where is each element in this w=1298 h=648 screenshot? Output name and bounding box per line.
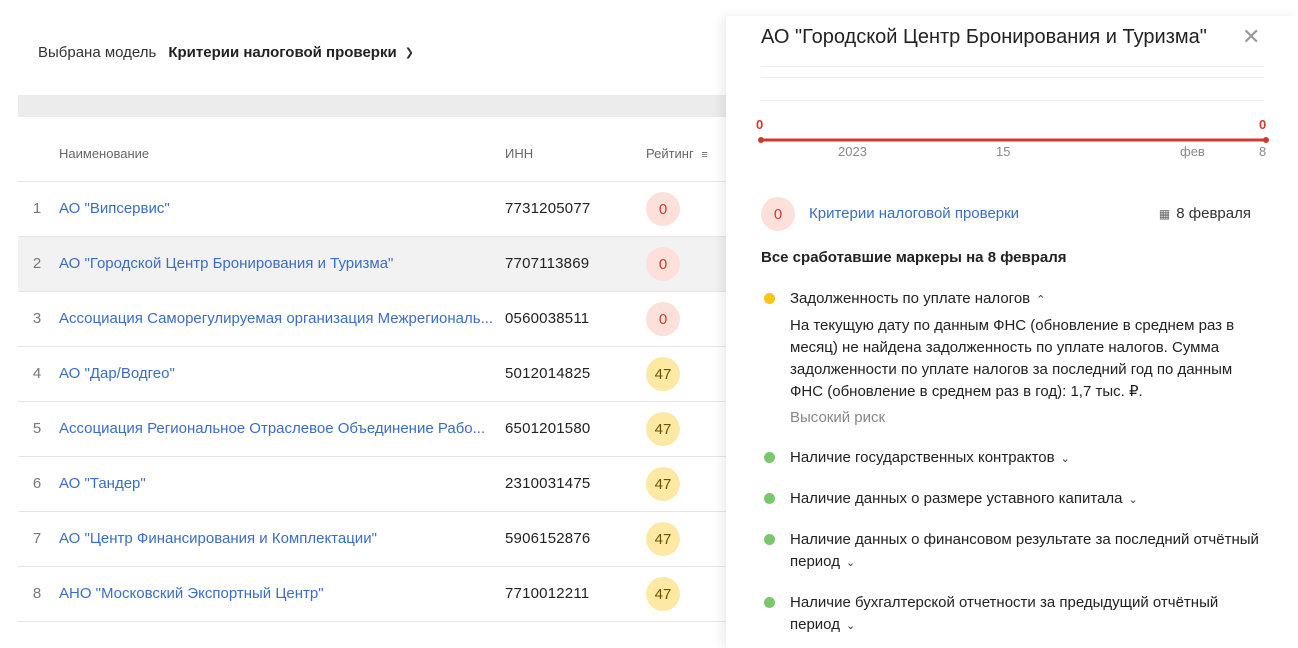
rating-start-point xyxy=(758,137,764,143)
status-dot-icon xyxy=(764,452,775,463)
table-row[interactable]: 7 АО "Центр Финансирования и Комплектации… xyxy=(18,512,726,567)
app-root: Выбрана модель Критерии налоговой провер… xyxy=(0,0,1298,648)
x-tick-label: фев xyxy=(1180,144,1205,159)
x-tick-label: 15 xyxy=(996,144,1010,159)
rating-badge: 0 xyxy=(646,192,680,226)
inn-value: 5906152876 xyxy=(505,530,591,547)
company-name-link[interactable]: АО "Тандер" xyxy=(59,475,499,492)
close-icon[interactable]: ✕ xyxy=(1242,24,1260,50)
table-body: 1 АО "Випсервис" 7731205077 0 2 АО "Городской… xyxy=(18,182,726,622)
row-number: 8 xyxy=(32,585,42,602)
criteria-link[interactable]: Критерии налоговой проверки xyxy=(809,205,1019,222)
rating-badge: 47 xyxy=(646,357,680,391)
rating-end-label: 0 xyxy=(1259,117,1266,132)
column-header-rating-label: Рейтинг xyxy=(646,146,694,161)
model-selector[interactable]: Выбрана модель Критерии налоговой провер… xyxy=(38,44,414,61)
inn-value: 7731205077 xyxy=(505,200,591,217)
criteria-date-text: 8 февраля xyxy=(1176,205,1251,222)
row-number: 7 xyxy=(32,530,42,547)
row-number: 4 xyxy=(32,365,42,382)
table-row[interactable]: 1 АО "Випсервис" 7731205077 0 xyxy=(18,182,726,237)
rating-badge: 47 xyxy=(646,577,680,611)
sort-icon[interactable]: ≡ xyxy=(701,149,707,161)
rating-history-chart: 0 0 2023 15 фев 8 xyxy=(756,117,1269,159)
rating-badge: 47 xyxy=(646,412,680,446)
marker-item[interactable]: Наличие данных о финансовом результате з… xyxy=(761,529,1261,574)
marker-risk-level: Высокий риск xyxy=(790,409,886,426)
status-dot-icon xyxy=(764,493,775,504)
criteria-score-badge: 0 xyxy=(761,197,795,231)
company-name-link[interactable]: АО "Дар/Водгео" xyxy=(59,365,499,382)
column-header-name[interactable]: Наименование xyxy=(59,146,149,161)
rating-badge: 0 xyxy=(646,247,680,281)
toolbar-strip xyxy=(18,95,726,117)
inn-value: 5012014825 xyxy=(505,365,591,382)
chevron-down-icon[interactable]: ⌄ xyxy=(1129,494,1138,506)
marker-title[interactable]: Наличие данных о финансовом результате з… xyxy=(790,531,1259,570)
markers-list: Задолженность по уплате налогов ⌃ На текущ… xyxy=(761,288,1261,648)
table-row[interactable]: 4 АО "Дар/Водгео" 5012014825 47 xyxy=(18,347,726,402)
inn-value: 7710012211 xyxy=(505,585,590,602)
status-dot-icon xyxy=(764,597,775,608)
criteria-summary: 0 Критерии налоговой проверки ▦ 8 февраля xyxy=(761,197,1266,231)
drawer-title: АО "Городской Центр Бронирования и Туриз… xyxy=(761,26,1207,48)
column-header-rating[interactable]: Рейтинг ≡ xyxy=(646,146,708,161)
company-name-link[interactable]: АНО "Московский Экспортный Центр" xyxy=(59,585,499,602)
model-selector-value[interactable]: Критерии налоговой проверки xyxy=(168,44,396,61)
marker-item[interactable]: Наличие данных о размере уставного капит… xyxy=(761,488,1261,511)
row-number: 3 xyxy=(32,310,42,327)
inn-value: 7707113869 xyxy=(505,255,590,272)
marker-description: На текущую дату по данным ФНС (обновлени… xyxy=(790,317,1235,400)
criteria-date: ▦ 8 февраля xyxy=(1159,205,1251,222)
model-selector-label: Выбрана модель xyxy=(38,44,157,61)
table-row[interactable]: 2 АО "Городской Центр Бронирования и Тури… xyxy=(18,237,726,292)
chevron-up-icon[interactable]: ⌃ xyxy=(1036,294,1045,306)
row-number: 6 xyxy=(32,475,42,492)
calendar-icon: ▦ xyxy=(1158,207,1171,221)
table-header: Наименование ИНН Рейтинг ≡ xyxy=(18,117,726,182)
company-list-panel: Выбрана модель Критерии налоговой провер… xyxy=(0,0,726,648)
rating-start-label: 0 xyxy=(756,117,763,132)
table-row[interactable]: 8 АНО "Московский Экспортный Центр" 771001… xyxy=(18,567,726,622)
divider xyxy=(761,77,1264,78)
divider xyxy=(761,100,1264,101)
company-name-link[interactable]: АО "Центр Финансирования и Комплектации" xyxy=(59,530,499,547)
x-tick-label: 2023 xyxy=(838,144,867,159)
company-name-link[interactable]: АО "Городской Центр Бронирования и Туриз… xyxy=(59,255,499,272)
status-dot-icon xyxy=(764,534,775,545)
marker-title[interactable]: Задолженность по уплате налогов xyxy=(790,290,1030,307)
table-row[interactable]: 3 Ассоциация Саморегулируемая организация… xyxy=(18,292,726,347)
inn-value: 0560038511 xyxy=(505,310,590,327)
divider xyxy=(761,66,1264,67)
marker-item[interactable]: Задолженность по уплате налогов ⌃ На текущ… xyxy=(761,288,1261,429)
rating-end-point xyxy=(1263,137,1269,143)
rating-badge: 0 xyxy=(646,302,680,336)
row-number: 5 xyxy=(32,420,42,437)
row-number: 1 xyxy=(32,200,42,217)
rating-badge: 47 xyxy=(646,522,680,556)
x-tick-label: 8 xyxy=(1259,144,1266,159)
company-name-link[interactable]: АО "Випсервис" xyxy=(59,200,499,217)
inn-value: 6501201580 xyxy=(505,420,591,437)
marker-item[interactable]: Наличие бухгалтерской отчетности за пред… xyxy=(761,592,1261,637)
row-number: 2 xyxy=(32,255,42,272)
column-header-inn[interactable]: ИНН xyxy=(505,146,533,161)
table-row[interactable]: 5 Ассоциация Региональное Отраслевое Объе… xyxy=(18,402,726,457)
table-row[interactable]: 6 АО "Тандер" 2310031475 47 xyxy=(18,457,726,512)
chevron-down-icon[interactable]: ❯ xyxy=(405,46,414,59)
company-detail-drawer: АО "Городской Центр Бронирования и Туриз… xyxy=(726,16,1298,648)
all-markers-heading: Все сработавшие маркеры на 8 февраля xyxy=(761,249,1067,266)
chevron-down-icon[interactable]: ⌄ xyxy=(1061,453,1070,465)
marker-title[interactable]: Наличие данных о размере уставного капит… xyxy=(790,490,1123,507)
rating-badge: 47 xyxy=(646,467,680,501)
marker-title[interactable]: Наличие государственных контрактов xyxy=(790,449,1055,466)
chevron-down-icon[interactable]: ⌄ xyxy=(846,620,855,632)
chevron-down-icon[interactable]: ⌄ xyxy=(846,557,855,569)
inn-value: 2310031475 xyxy=(505,475,591,492)
status-dot-icon xyxy=(764,293,775,304)
marker-item[interactable]: Наличие государственных контрактов ⌄ xyxy=(761,447,1261,470)
company-name-link[interactable]: Ассоциация Саморегулируемая организация … xyxy=(59,310,499,327)
company-name-link[interactable]: Ассоциация Региональное Отраслевое Объед… xyxy=(59,420,499,437)
